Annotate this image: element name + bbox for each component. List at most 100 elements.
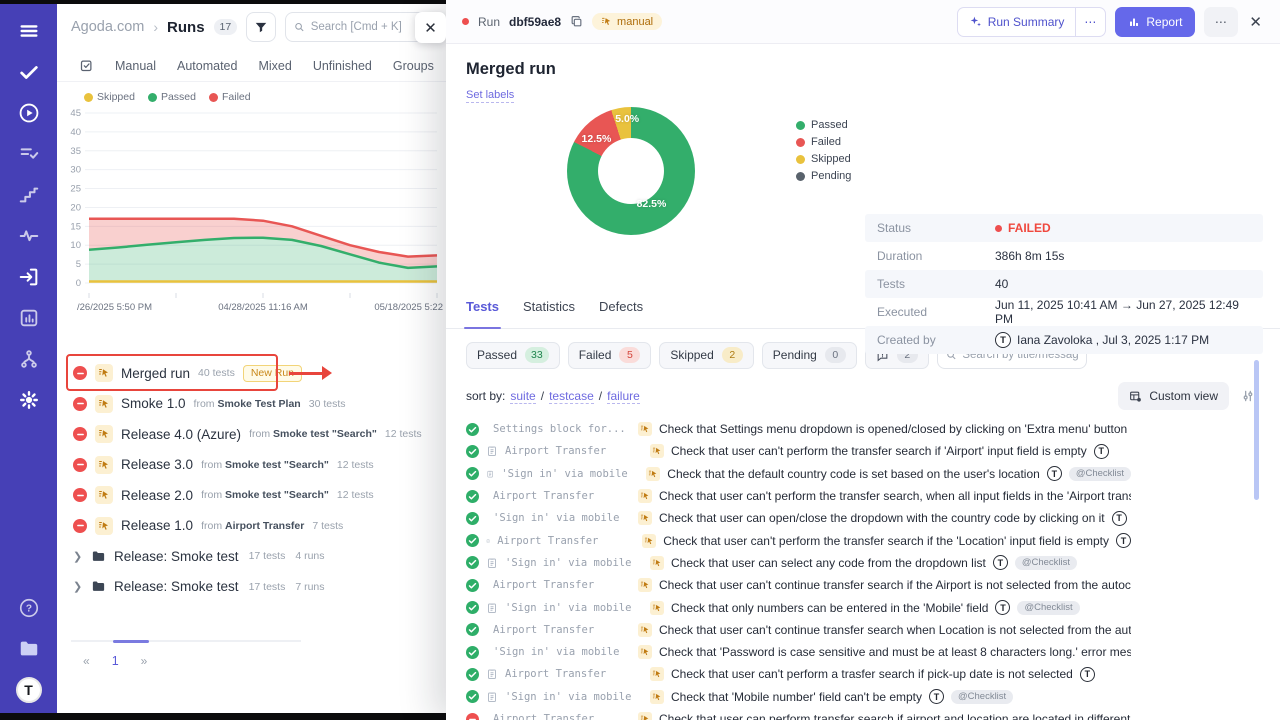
pagination-scrollbar[interactable] [71,640,301,642]
test-row[interactable]: 'Sign in' via mobile Check that 'Passwor… [466,641,1131,663]
drawer-tab-tests[interactable]: Tests [466,299,499,328]
run-list-item[interactable]: Merged run 40 tests New Run [73,358,446,389]
settings-gear-icon[interactable] [16,387,42,413]
run-name[interactable]: Merged run [121,366,190,381]
test-status-icon-passed [466,579,479,592]
runs-tab-groups[interactable]: Groups [393,59,434,73]
reports-chart-icon[interactable] [16,305,42,331]
runs-search-input[interactable] [311,21,425,33]
run-list-item[interactable]: Smoke 1.0 from Smoke Test Plan 30 tests [73,389,446,420]
test-row[interactable]: Airport Transfer Check that user can't p… [466,529,1131,551]
test-title[interactable]: Check that 'Mobile number' field can't b… [671,690,922,704]
runs-play-icon[interactable] [16,100,42,126]
set-labels-link[interactable]: Set labels [466,89,514,103]
test-title[interactable]: Check that 'Password is case sensitive a… [659,645,1131,659]
defects-pulse-icon[interactable] [16,223,42,249]
filter-chip-passed[interactable]: Passed33 [466,342,560,369]
chevron-right-icon[interactable]: ❯ [73,550,83,563]
run-folder-item[interactable]: ❯ Release: Smoke test 17 tests 7 runs [73,572,446,603]
run-list-item[interactable]: Release 1.0 from Airport Transfer 7 test… [73,511,446,542]
drawer-scrollbar-thumb[interactable] [1254,360,1259,500]
runs-tab-manual[interactable]: Manual [115,59,156,73]
sort-by-failure[interactable]: failure [607,389,640,404]
folder-name[interactable]: Release: Smoke test [114,579,239,594]
test-row[interactable]: Airport Transfer Check that user can per… [466,708,1131,720]
milestones-steps-icon[interactable] [16,182,42,208]
run-list-item[interactable]: Release 4.0 (Azure) from Smoke test "Sea… [73,419,446,450]
test-row[interactable]: 'Sign in' via mobile Check that 'Mobile … [466,686,1131,708]
filter-chip-skipped[interactable]: Skipped2 [659,342,753,369]
test-row[interactable]: Settings block for... Check that Setting… [466,418,1131,440]
run-folder-item[interactable]: ❯ Release: Smoke test 17 tests 4 runs [73,541,446,572]
pagination-scroll-thumb[interactable] [113,640,149,643]
testcases-check-icon[interactable] [16,59,42,85]
test-title[interactable]: Check that only numbers can be entered i… [671,601,988,615]
filter-chip-failed[interactable]: Failed5 [568,342,652,369]
menu-icon[interactable] [16,18,42,44]
run-list-item[interactable]: Release 3.0 from Smoke test "Search" 12 … [73,450,446,481]
test-title[interactable]: Check that user can't continue transfer … [659,623,1131,637]
run-name[interactable]: Release 4.0 (Azure) [121,427,241,442]
drawer-more-button[interactable]: ⋯ [1204,7,1238,37]
testcase-clipboard-icon [486,691,498,703]
test-row[interactable]: Airport Transfer Check that user can't p… [466,485,1131,507]
test-title[interactable]: Check that user can't perform a trasfer … [671,667,1073,681]
detail-row-duration: Duration 386h 8m 15s [865,242,1263,270]
test-title[interactable]: Check that user can't perform the transf… [671,444,1087,458]
drawer-close-button[interactable]: ✕ [1247,13,1264,31]
test-title[interactable]: Check that Settings menu dropdown is ope… [659,422,1131,436]
chevron-right-icon[interactable]: ❯ [73,580,83,593]
run-list-item[interactable]: Release 2.0 from Smoke test "Search" 12 … [73,480,446,511]
test-row[interactable]: 'Sign in' via mobile Check that only num… [466,596,1131,618]
projects-folder-icon[interactable] [16,636,42,662]
run-summary-more-button[interactable]: ⋯ [1075,8,1105,36]
sort-by-suite[interactable]: suite [510,389,535,404]
traceability-branch-icon[interactable] [16,346,42,372]
test-row[interactable]: Airport Transfer Check that user can't c… [466,619,1131,641]
test-row[interactable]: 'Sign in' via mobile Check that the defa… [466,463,1131,485]
test-title[interactable]: Check that the default country code is s… [667,467,1040,481]
test-title[interactable]: Check that user can open/close the dropd… [659,511,1105,525]
test-title[interactable]: Check that user can't perform the transf… [663,534,1109,548]
import-icon[interactable] [16,264,42,290]
help-icon[interactable]: ? [16,595,42,621]
sort-by-testcase[interactable]: testcase [549,389,594,404]
test-row[interactable]: 'Sign in' via mobile Check that user can… [466,552,1131,574]
manual-cursor-icon [640,580,650,590]
copy-icon[interactable] [570,15,583,28]
run-name[interactable]: Release 3.0 [121,457,193,472]
view-settings-sliders-icon[interactable] [1241,389,1255,403]
breadcrumb-project[interactable]: Agoda.com [71,19,144,35]
runs-tab-automated[interactable]: Automated [177,59,237,73]
requirements-list-icon[interactable] [16,141,42,167]
test-title[interactable]: Check that user can perform transfer sea… [659,712,1131,720]
pagination-page-1[interactable]: 1 [112,654,119,668]
run-name[interactable]: Smoke 1.0 [121,396,186,411]
test-row[interactable]: Airport Transfer Check that user can't p… [466,663,1131,685]
test-title[interactable]: Check that user can't continue transfer … [659,578,1131,592]
runs-tab-unfinished[interactable]: Unfinished [313,59,372,73]
test-title[interactable]: Check that user can select any code from… [671,556,986,570]
test-row[interactable]: Airport Transfer Check that user can't p… [466,440,1131,462]
user-avatar[interactable]: T [16,677,42,703]
run-summary-button[interactable]: Run Summary [958,8,1076,36]
filter-button[interactable] [246,12,276,42]
drawer-tab-statistics[interactable]: Statistics [523,299,575,328]
folder-name[interactable]: Release: Smoke test [114,549,239,564]
runs-search[interactable] [285,12,433,42]
test-row[interactable]: 'Sign in' via mobile Check that user can… [466,507,1131,529]
run-name[interactable]: Release 1.0 [121,518,193,533]
pagination-prev[interactable]: « [83,654,90,668]
filter-chip-pending[interactable]: Pending0 [762,342,857,369]
bulk-select-icon[interactable] [79,58,94,73]
drawer-tab-defects[interactable]: Defects [599,299,643,328]
test-row[interactable]: Airport Transfer Check that user can't c… [466,574,1131,596]
test-title[interactable]: Check that user can't perform the transf… [659,489,1131,503]
runs-tab-mixed[interactable]: Mixed [258,59,291,73]
failed-minus-icon [76,460,85,469]
custom-view-button[interactable]: Custom view [1118,382,1229,410]
pagination-next[interactable]: » [141,654,148,668]
panel-close-button[interactable]: ✕ [415,12,446,43]
report-button[interactable]: Report [1115,7,1195,37]
run-name[interactable]: Release 2.0 [121,488,193,503]
